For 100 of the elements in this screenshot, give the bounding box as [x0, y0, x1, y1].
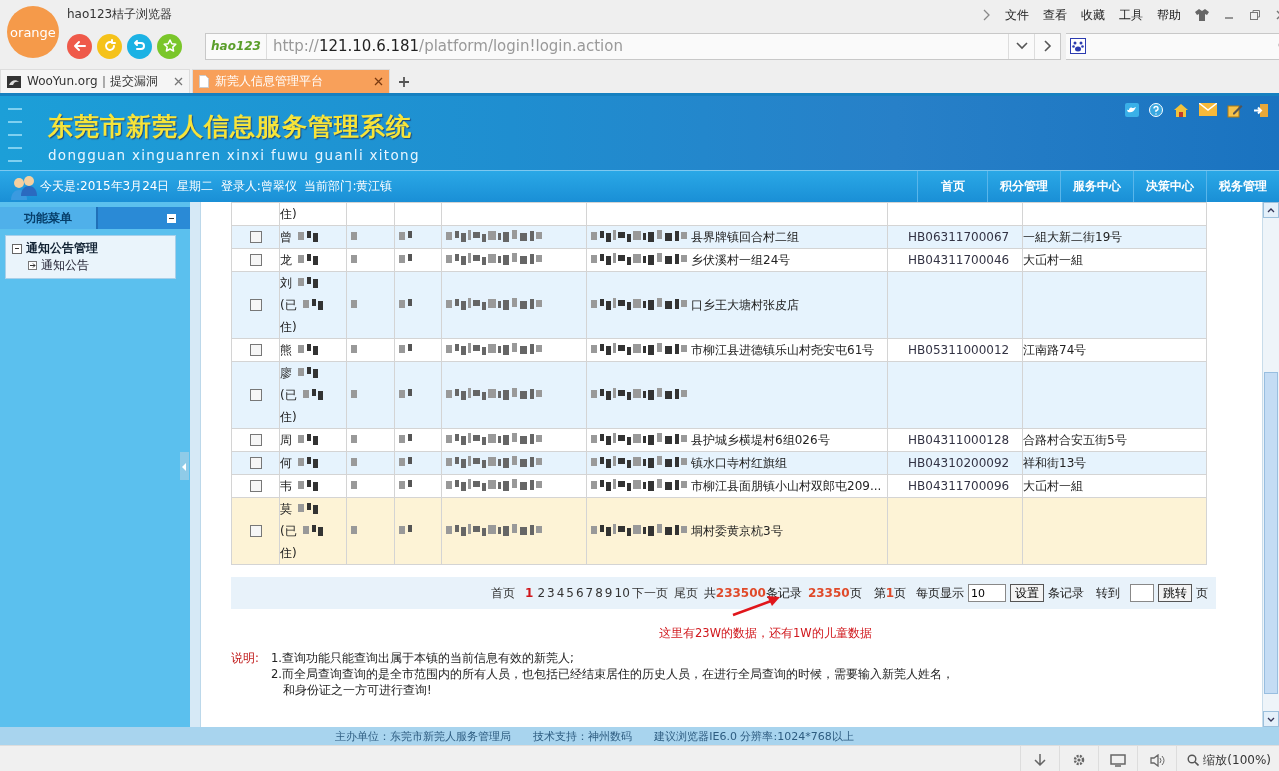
- url-text: http://121.10.6.181/platform/login!login.action: [271, 37, 624, 55]
- table-cell: 曾: [280, 228, 292, 246]
- next-page-link[interactable]: 下一页: [631, 584, 668, 602]
- menu-item[interactable]: 工具: [1119, 6, 1143, 24]
- page-link[interactable]: 9: [604, 586, 613, 600]
- page-icon: [199, 75, 209, 88]
- shirt-icon[interactable]: [1195, 9, 1209, 21]
- table-cell: 祥和街13号: [1023, 455, 1087, 470]
- row-checkbox[interactable]: [249, 254, 262, 266]
- menu-item[interactable]: 收藏: [1081, 6, 1105, 24]
- per-page-field[interactable]: 10: [968, 584, 1006, 602]
- table-cell: 住): [280, 205, 297, 223]
- star-button[interactable]: [157, 33, 182, 59]
- address-logo: hao123: [206, 33, 267, 59]
- tree-item[interactable]: 通知公告: [41, 257, 89, 274]
- paw-icon[interactable]: [1070, 38, 1086, 54]
- set-button[interactable]: 设置: [1010, 584, 1044, 602]
- table-cell: 镇水口寺村红旗组: [691, 454, 787, 472]
- home-icon[interactable]: [1173, 103, 1189, 117]
- search-field[interactable]: [1066, 32, 1279, 60]
- page-link[interactable]: 2: [537, 586, 545, 600]
- last-page-link[interactable]: 尾页: [673, 584, 698, 602]
- note-line: 1.查询功能只能查询出属于本镇的当前信息有效的新莞人;: [271, 651, 575, 666]
- table-cell: 周: [280, 431, 292, 449]
- exit-icon[interactable]: [1253, 103, 1269, 118]
- bird-icon[interactable]: [1125, 103, 1139, 117]
- back-button[interactable]: [67, 33, 92, 59]
- row-checkbox[interactable]: [249, 525, 262, 537]
- table-cell: (已: [280, 386, 297, 404]
- undo-button[interactable]: [127, 33, 152, 59]
- table-cell: 口乡王大塘村张皮店: [691, 296, 799, 314]
- page-link[interactable]: 8: [595, 586, 603, 600]
- system-title: 东莞市新莞人信息服务管理系统: [48, 111, 413, 143]
- page-link[interactable]: 7: [585, 586, 594, 600]
- goto-suffix: 页: [1196, 584, 1208, 602]
- page-link[interactable]: 3: [547, 586, 555, 600]
- scroll-down-icon[interactable]: [1263, 711, 1279, 727]
- menu-item[interactable]: 帮助: [1157, 6, 1181, 24]
- browser-tab[interactable]: WooYun.org｜提交漏洞: [0, 69, 190, 93]
- goto-button[interactable]: 跳转: [1158, 584, 1192, 602]
- search-icon: [1187, 754, 1200, 766]
- page-link[interactable]: 5: [566, 586, 574, 600]
- table-cell-text: HB04311700046: [907, 253, 1010, 267]
- total-suffix: 条记录: [765, 584, 802, 602]
- close-icon[interactable]: [374, 77, 383, 86]
- table-cell: 刘: [280, 274, 292, 292]
- footer-text: 技术支持：神州数码: [533, 728, 633, 744]
- row-checkbox[interactable]: [249, 299, 262, 311]
- table-cell: 乡伏溪村一组24号: [691, 251, 791, 269]
- menu-item[interactable]: 查看: [1043, 6, 1067, 24]
- row-checkbox[interactable]: [249, 480, 262, 492]
- page-link[interactable]: 6: [575, 586, 584, 600]
- scroll-up-icon[interactable]: [1263, 202, 1279, 218]
- system-subtitle: dongguan xinguanren xinxi fuwu guanli xitong: [48, 147, 420, 163]
- current-suffix: 页: [894, 584, 906, 602]
- page-count: 23350: [807, 586, 850, 600]
- sidebar-handle[interactable]: [180, 452, 189, 480]
- table-cell: 莫: [280, 500, 292, 518]
- row-checkbox[interactable]: [249, 457, 262, 469]
- table-cell: 市柳江县进德镇乐山村尧安屯61号: [691, 341, 875, 359]
- table-cell: (已: [280, 296, 297, 314]
- collapse-button[interactable]: [167, 213, 176, 223]
- zoom-button[interactable]: 缩放(100%): [1176, 746, 1279, 771]
- menu-item[interactable]: 文件: [1005, 6, 1029, 24]
- table-cell: 龙: [280, 251, 292, 269]
- per-page-suffix: 条记录: [1048, 584, 1084, 602]
- tree-item[interactable]: 通知公告管理: [26, 240, 98, 257]
- address-bar[interactable]: hao123 http://121.10.6.181/platform/login!login.action: [205, 32, 1061, 60]
- table-cell-text: HB06311700067: [907, 230, 1010, 244]
- note-line: 2.而全局查询查询的是全市范围内的所有人员，也包括已经结束居住的历史人员，在进行全局查询的时候，需要输入新莞人姓名，: [271, 667, 954, 682]
- help-icon[interactable]: [1149, 103, 1163, 117]
- table-cell: 一組大新二街19号: [1023, 229, 1123, 244]
- back-icon: [71, 38, 88, 54]
- row-checkbox[interactable]: [249, 389, 262, 401]
- edit-icon[interactable]: [1227, 103, 1243, 118]
- per-page-label: 每页显示: [916, 584, 964, 602]
- current-page: 1: [885, 586, 894, 600]
- users-icon: [10, 173, 38, 200]
- table-cell: 廖: [280, 364, 292, 382]
- close-icon[interactable]: [174, 77, 183, 86]
- page-link[interactable]: 10: [614, 586, 630, 600]
- footer-text: 主办单位：东莞市新莞人服务管理局: [335, 728, 512, 744]
- row-checkbox[interactable]: [249, 434, 262, 446]
- page-link[interactable]: 4: [556, 586, 565, 600]
- tree-toggle-icon[interactable]: [12, 243, 22, 254]
- site-icon: [7, 75, 21, 88]
- table-cell-text: HB04311700096: [907, 479, 1010, 493]
- goto-field[interactable]: [1130, 584, 1154, 602]
- first-page-link[interactable]: 首页: [491, 584, 515, 602]
- row-checkbox[interactable]: [249, 344, 262, 356]
- table-cell-text: HB04311000128: [907, 433, 1010, 447]
- scrollbar-thumb[interactable]: [1264, 372, 1278, 694]
- table-cell: 大屲村一組: [1023, 478, 1083, 493]
- page-link[interactable]: 1: [525, 586, 534, 600]
- chevron-right-icon[interactable]: [983, 9, 991, 21]
- restore-icon[interactable]: [1249, 9, 1261, 21]
- total-label: 共: [703, 584, 716, 602]
- row-checkbox[interactable]: [249, 231, 262, 243]
- table-cell-text: HB05311000012: [907, 343, 1010, 357]
- table-cell: 江南路74号: [1023, 342, 1087, 357]
